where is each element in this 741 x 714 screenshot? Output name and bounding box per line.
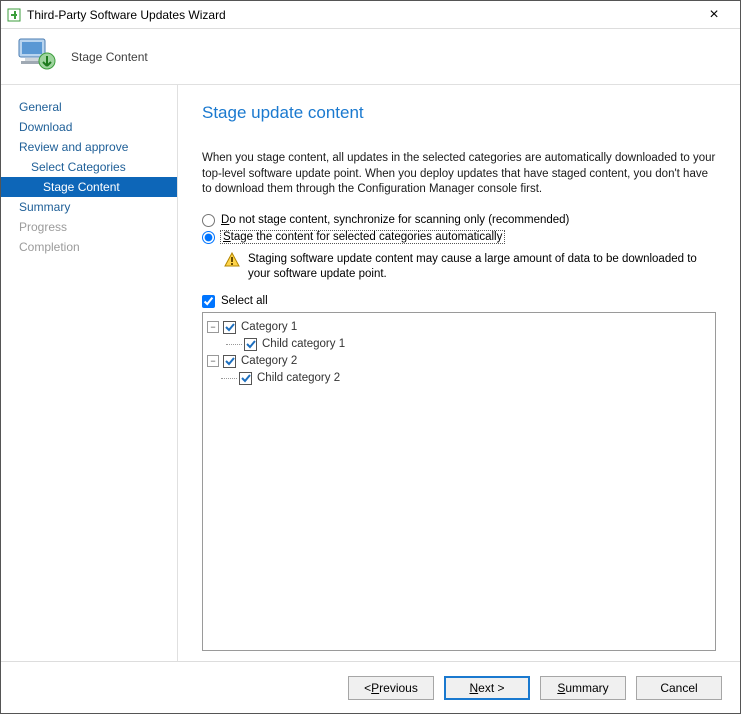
checkbox-icon[interactable] (223, 355, 236, 368)
warning-icon (224, 252, 242, 271)
header: Stage Content (1, 29, 740, 85)
label-stage-auto: Stage the content for selected categorie… (221, 231, 504, 243)
expander-icon[interactable]: − (207, 321, 219, 333)
sidebar-item-select-categories[interactable]: Select Categories (1, 157, 177, 177)
tree-label: Category 1 (241, 321, 297, 333)
checkbox-icon[interactable] (239, 372, 252, 385)
sidebar-item-general[interactable]: General (1, 97, 177, 117)
sidebar: General Download Review and approve Sele… (1, 85, 178, 661)
summary-button[interactable]: Summary (540, 676, 626, 700)
computer-icon (15, 36, 57, 77)
warning-text: Staging software update content may caus… (248, 252, 716, 283)
description-text: When you stage content, all updates in t… (202, 151, 716, 198)
window-title: Third-Party Software Updates Wizard (27, 8, 694, 22)
label-do-not-stage: Do not stage content, synchronize for sc… (221, 214, 569, 226)
sidebar-item-review[interactable]: Review and approve (1, 137, 177, 157)
label-select-all: Select all (221, 295, 268, 307)
radio-do-not-stage[interactable] (202, 214, 215, 227)
checkbox-select-all[interactable] (202, 295, 215, 308)
next-button[interactable]: Next > (444, 676, 530, 700)
radio-stage-auto[interactable] (202, 231, 215, 244)
sidebar-item-download[interactable]: Download (1, 117, 177, 137)
tree-label: Child category 1 (262, 338, 345, 350)
footer: < Previous Next > Summary Cancel (1, 661, 740, 713)
app-icon (7, 8, 21, 22)
wizard-window: Third-Party Software Updates Wizard × St… (0, 0, 741, 714)
cancel-button[interactable]: Cancel (636, 676, 722, 700)
tree-node-child-2[interactable]: Child category 2 (207, 370, 711, 387)
body: General Download Review and approve Sele… (1, 85, 740, 661)
sidebar-item-summary[interactable]: Summary (1, 197, 177, 217)
tree-label: Child category 2 (257, 372, 340, 384)
titlebar: Third-Party Software Updates Wizard × (1, 1, 740, 29)
sidebar-item-stage-content[interactable]: Stage Content (1, 177, 177, 197)
content-pane: Stage update content When you stage cont… (178, 85, 740, 661)
expander-icon[interactable]: − (207, 355, 219, 367)
option-do-not-stage[interactable]: Do not stage content, synchronize for sc… (202, 214, 716, 227)
tree-label: Category 2 (241, 355, 297, 367)
page-title: Stage Content (71, 50, 148, 64)
select-all-row[interactable]: Select all (202, 295, 716, 308)
tree-node-category-2[interactable]: − Category 2 (207, 353, 711, 370)
close-icon[interactable]: × (694, 6, 734, 24)
previous-button[interactable]: < Previous (348, 676, 434, 700)
sidebar-item-progress: Progress (1, 217, 177, 237)
category-tree[interactable]: − Category 1 Child category 1 − Category… (202, 312, 716, 651)
tree-node-category-1[interactable]: − Category 1 (207, 319, 711, 336)
checkbox-icon[interactable] (223, 321, 236, 334)
option-stage-auto[interactable]: Stage the content for selected categorie… (202, 231, 716, 244)
sidebar-item-completion: Completion (1, 237, 177, 257)
content-title: Stage update content (202, 103, 716, 123)
tree-node-child-1[interactable]: Child category 1 (207, 336, 711, 353)
warning-row: Staging software update content may caus… (224, 252, 716, 283)
checkbox-icon[interactable] (244, 338, 257, 351)
